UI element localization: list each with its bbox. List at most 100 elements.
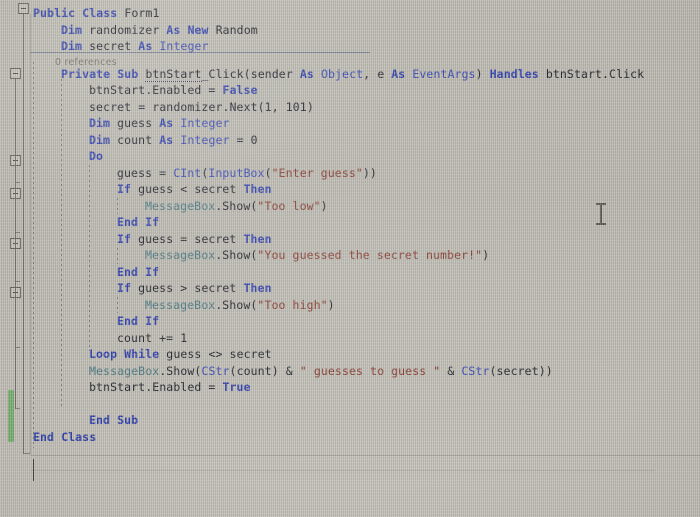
token-kw: End [117, 264, 139, 279]
token-kw: New [187, 22, 209, 37]
token-kw: As [159, 116, 174, 130]
token-kw: As [159, 132, 174, 147]
indent-guide-1 [33, 62, 34, 448]
token-kw: End [117, 215, 139, 229]
token-kw: Sub [117, 413, 139, 427]
code-line[interactable]: MessageBox.Show(CStr(count) & " guesses … [89, 363, 553, 380]
token-kw: Public [33, 6, 76, 20]
token-kw: Handles [489, 66, 539, 81]
outline-tick-if2 [15, 232, 20, 233]
token-str: "Too high" [257, 297, 328, 312]
token-kw: Dim [89, 132, 111, 147]
token-op: ( [243, 66, 251, 81]
code-line[interactable]: Public Class Form1 [33, 5, 159, 22]
token-id: count [236, 363, 272, 378]
code-line[interactable]: MessageBox.Show("Too low") [145, 198, 328, 215]
outline-toggle-public-class[interactable] [18, 3, 29, 14]
token-id: randomizer.Next( [152, 99, 265, 114]
token-kw: If [117, 231, 132, 246]
token-id: secret [194, 182, 237, 196]
token-cls: MessageBox [145, 297, 216, 312]
token-kw: Then [243, 281, 272, 295]
code-line[interactable]: Dim secret As Integer [61, 38, 209, 55]
outline-toggle-private-sub[interactable] [10, 68, 21, 79]
code-line[interactable]: Private Sub btnStart_Click(sender As Obj… [61, 66, 644, 83]
outlining-gutter[interactable] [0, 0, 30, 470]
token-kw: While [124, 347, 160, 361]
indent-guide-3 [89, 165, 90, 351]
token-id: secret [89, 39, 132, 53]
token-str: "You guessed the secret number!" [257, 248, 483, 262]
code-line[interactable]: Dim count As Integer = 0 [89, 132, 258, 149]
code-line[interactable]: btnStart.Enabled = True [89, 379, 251, 396]
token-id: Show [166, 363, 195, 378]
token-id: Show [222, 198, 251, 213]
token-op: <> [208, 347, 223, 361]
token-typ: CInt [173, 165, 202, 180]
code-line[interactable]: guess = CInt(InputBox("Enter guess")) [117, 165, 377, 182]
code-line[interactable]: If guess > secret Then [117, 280, 272, 297]
token-id: secret [194, 231, 237, 246]
token-kw: Dim [89, 116, 111, 130]
token-id: count [117, 330, 153, 345]
token-kw: Then [243, 182, 272, 196]
outline-tick-class-end [23, 453, 30, 454]
token-typ: EventArgs [412, 66, 476, 81]
token-kw: Then [243, 231, 272, 246]
code-line[interactable]: End If [117, 313, 159, 330]
token-str: " guesses to guess " [299, 363, 441, 378]
token-kw: Class [82, 6, 118, 20]
token-kw: End [33, 429, 55, 444]
token-id: guess [117, 116, 153, 130]
token-kw: If [117, 281, 132, 295]
token-op: ) [475, 66, 483, 81]
code-editor[interactable]: 0 references Public Class Form1 Dim rando… [0, 0, 700, 517]
code-line[interactable] [89, 396, 96, 413]
identifier-underlined: btnStart [145, 66, 202, 82]
code-line[interactable]: If guess < secret Then [117, 181, 272, 198]
code-line[interactable]: Do [89, 148, 103, 165]
code-line[interactable]: btnStart.Enabled = False [89, 82, 258, 99]
text-caret [33, 459, 34, 481]
code-line[interactable]: End Sub [89, 412, 138, 429]
code-line[interactable]: If guess = secret Then [117, 231, 272, 248]
token-id: Random [215, 22, 258, 37]
document-edge-rule-bottom [30, 470, 655, 471]
code-line[interactable]: Loop While guess <> secret [89, 346, 272, 363]
token-typ: InputBox [208, 165, 265, 180]
token-kw: As [299, 66, 314, 81]
token-kw: End [117, 314, 139, 328]
code-line[interactable]: MessageBox.Show("You guessed the secret … [145, 247, 489, 264]
code-line[interactable]: End Class [33, 429, 96, 446]
token-kw: Dim [61, 39, 83, 53]
token-kw: As [391, 66, 406, 81]
token-kw: Do [89, 149, 104, 163]
code-line[interactable]: count += 1 [117, 330, 187, 347]
token-op: ) [271, 363, 279, 378]
token-typ: CStr [201, 363, 230, 378]
token-typ: CStr [461, 363, 490, 378]
token-op: ( [264, 165, 272, 180]
code-line[interactable]: End If [117, 264, 159, 281]
token-kw: If [117, 182, 132, 196]
token-id: guess [138, 281, 174, 295]
token-id: guess [117, 165, 153, 180]
code-line[interactable]: MessageBox.Show("Too high") [145, 297, 335, 314]
token-kw: Sub [117, 66, 139, 81]
code-line[interactable]: secret = randomizer.Next(1, 101) [89, 99, 314, 116]
indent-guide-6 [117, 297, 118, 313]
token-kw: Loop [89, 347, 118, 361]
token-id: secret [89, 99, 132, 114]
code-line[interactable]: End If [117, 214, 159, 231]
code-line[interactable]: Dim guess As Integer [89, 115, 230, 132]
code-line[interactable]: Dim randomizer As New Random [61, 22, 258, 39]
